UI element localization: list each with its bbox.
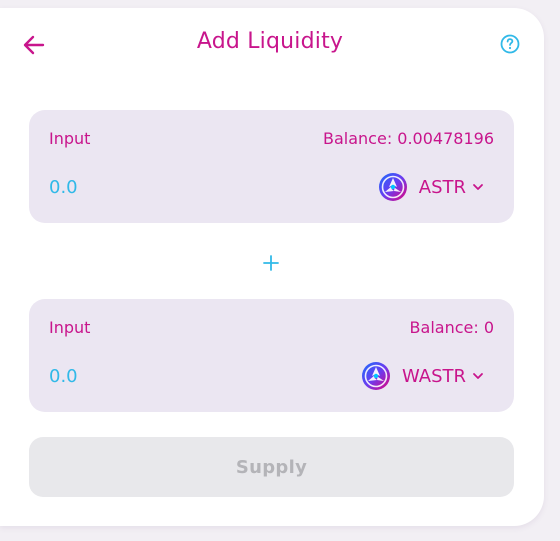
supply-button[interactable]: Supply	[29, 437, 514, 497]
input-b-label: Input	[49, 318, 91, 337]
input-panel-a: Input Balance: 0.00478196 ASTR	[29, 110, 514, 223]
add-liquidity-card: Add Liquidity Input Balance: 0.00478196	[0, 8, 544, 526]
input-b-balance: Balance: 0	[409, 318, 494, 337]
input-panel-b: Input Balance: 0 WASTR	[29, 299, 514, 412]
chevron-down-icon	[473, 373, 483, 379]
plus-icon	[263, 255, 279, 271]
input-b-amount-field[interactable]	[49, 366, 199, 387]
input-a-amount-field[interactable]	[49, 177, 199, 198]
astar-logo-icon	[361, 362, 390, 390]
token-b-name: WASTR	[401, 365, 466, 387]
help-button[interactable]	[499, 33, 521, 55]
question-circle-icon	[500, 34, 520, 54]
astar-logo-icon	[378, 173, 407, 201]
input-a-label: Input	[49, 129, 91, 148]
input-a-balance: Balance: 0.00478196	[323, 129, 494, 148]
chevron-down-icon	[473, 184, 483, 190]
token-a-name: ASTR	[418, 176, 466, 198]
token-select-b[interactable]: WASTR	[361, 359, 484, 393]
page-title: Add Liquidity	[196, 29, 344, 54]
plus-separator	[259, 251, 283, 275]
token-select-a[interactable]: ASTR	[378, 170, 484, 204]
